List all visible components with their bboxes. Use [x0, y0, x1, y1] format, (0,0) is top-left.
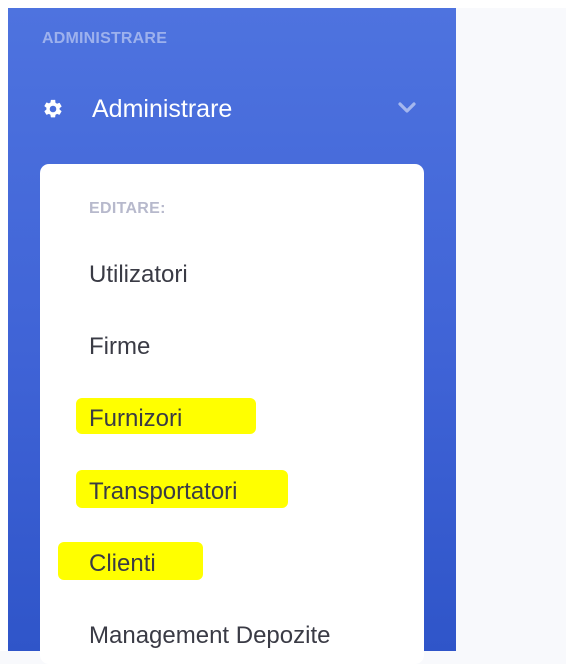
chevron-down-icon[interactable] — [396, 100, 418, 116]
gear-icon — [44, 99, 62, 118]
window-edge-top — [0, 0, 566, 8]
collapse-item-furnizori[interactable]: Furnizori — [89, 405, 182, 433]
collapse-item-transportatori[interactable]: Transportatori — [89, 478, 238, 506]
collapse-item-firme[interactable]: Firme — [89, 333, 150, 361]
nav-link-administrare[interactable]: Administrare — [8, 80, 456, 136]
sidebar-heading: ADMINISTRARE — [42, 30, 168, 47]
collapse-menu: EDITARE: Utilizatori Firme Furnizori Tra… — [40, 164, 424, 664]
nav-label: Administrare — [92, 95, 233, 123]
sidebar: ADMINISTRARE Administrare EDITARE: Utili… — [8, 8, 456, 664]
collapse-item-management-depozite[interactable]: Management Depozite — [89, 622, 330, 650]
collapse-item-clienti[interactable]: Clienti — [89, 550, 156, 578]
collapse-header: EDITARE: — [89, 200, 166, 217]
main-content — [456, 8, 566, 651]
collapse-item-utilizatori[interactable]: Utilizatori — [89, 261, 188, 289]
window-edge-left — [0, 0, 8, 651]
